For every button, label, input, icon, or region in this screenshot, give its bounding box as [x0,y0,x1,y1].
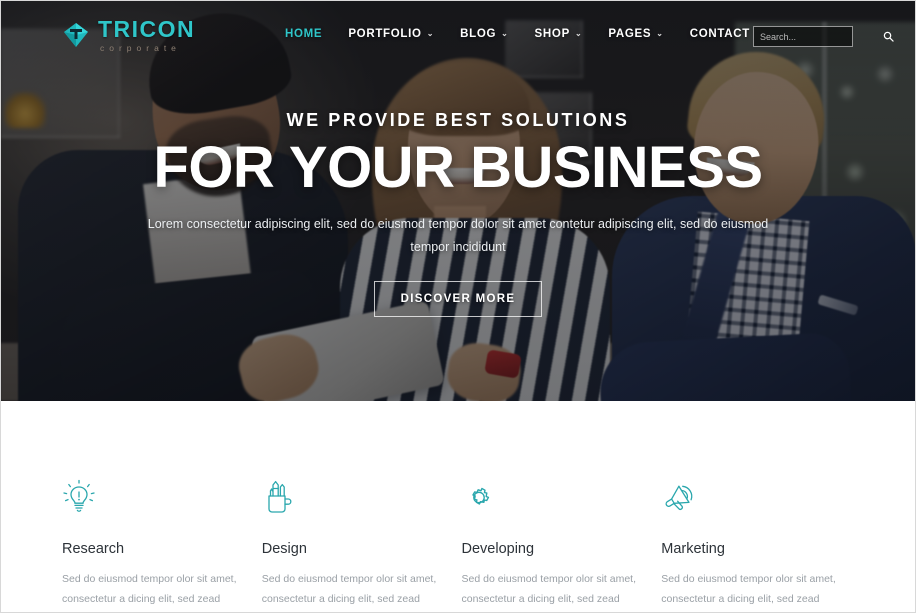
service-description: Sed do eiusmod tempor olor sit amet, con… [62,573,237,606]
nav-item-contact[interactable]: CONTACT [690,28,750,40]
chevron-down-icon: ⌄ [501,29,509,38]
nav-label: BLOG [460,28,497,40]
hero-title: FOR YOUR BUSINESS [153,135,763,201]
nav-item-blog[interactable]: BLOG ⌄ [460,28,508,40]
nav-label: PORTFOLIO [348,28,422,40]
service-title: Developing [461,541,535,557]
search-icon [883,31,894,42]
megaphone-icon [661,479,839,519]
nav-label: CONTACT [689,28,750,40]
search-box[interactable] [753,26,894,47]
nav-label: HOME [285,28,323,40]
main-navigation: HOME PORTFOLIO ⌄ BLOG ⌄ SHOP ⌄ PAGES ⌄ C… [285,28,750,40]
brand-name: TRICON [98,16,196,42]
nav-item-pages[interactable]: PAGES ⌄ [608,28,663,40]
chevron-down-icon: ⌄ [574,29,583,38]
lightbulb-icon [62,479,240,519]
nav-item-portfolio[interactable]: PORTFOLIO ⌄ [348,28,434,40]
diamond-logo-icon [64,23,88,48]
search-button[interactable] [883,27,894,46]
site-header: TRICON corporate HOME PORTFOLIO ⌄ BLOG ⌄… [0,0,916,60]
service-description: Sed do eiusmod tempor olor sit amet, con… [661,573,836,606]
pen-cup-icon [262,479,440,519]
services-section: Research Sed do eiusmod tempor olor sit … [0,401,916,613]
hero-content: WE PROVIDE BEST SOLUTIONS FOR YOUR BUSIN… [0,0,916,401]
brand-logo[interactable]: TRICON corporate [62,18,195,53]
hero-banner: TRICON corporate HOME PORTFOLIO ⌄ BLOG ⌄… [0,0,916,401]
service-title: Marketing [661,541,725,557]
hero-subtitle: Lorem consectetur adipiscing elit, sed d… [147,216,769,254]
brand-tagline: corporate [100,43,181,53]
service-card-design[interactable]: Design Sed do eiusmod tempor olor sit am… [262,479,462,613]
chevron-down-icon: ⌄ [426,29,435,38]
gear-icon [462,479,640,519]
service-card-research[interactable]: Research Sed do eiusmod tempor olor sit … [62,479,262,613]
nav-item-shop[interactable]: SHOP ⌄ [535,28,583,40]
discover-more-button[interactable]: DISCOVER MORE [373,280,543,317]
service-card-developing[interactable]: Developing Sed do eiusmod tempor olor si… [462,479,662,613]
search-input[interactable] [754,31,883,42]
service-title: Design [261,541,307,557]
nav-label: SHOP [534,28,570,40]
service-title: Research [62,541,125,557]
hero-kicker: WE PROVIDE BEST SOLUTIONS [286,110,630,131]
service-description: Sed do eiusmod tempor olor sit amet, con… [461,573,637,606]
nav-item-home[interactable]: HOME [285,28,322,40]
page-root: TRICON corporate HOME PORTFOLIO ⌄ BLOG ⌄… [0,0,916,613]
service-card-marketing[interactable]: Marketing Sed do eiusmod tempor olor sit… [661,479,861,613]
chevron-down-icon: ⌄ [656,29,664,38]
service-description: Sed do eiusmod tempor olor sit amet, con… [261,573,437,606]
nav-label: PAGES [608,28,652,40]
